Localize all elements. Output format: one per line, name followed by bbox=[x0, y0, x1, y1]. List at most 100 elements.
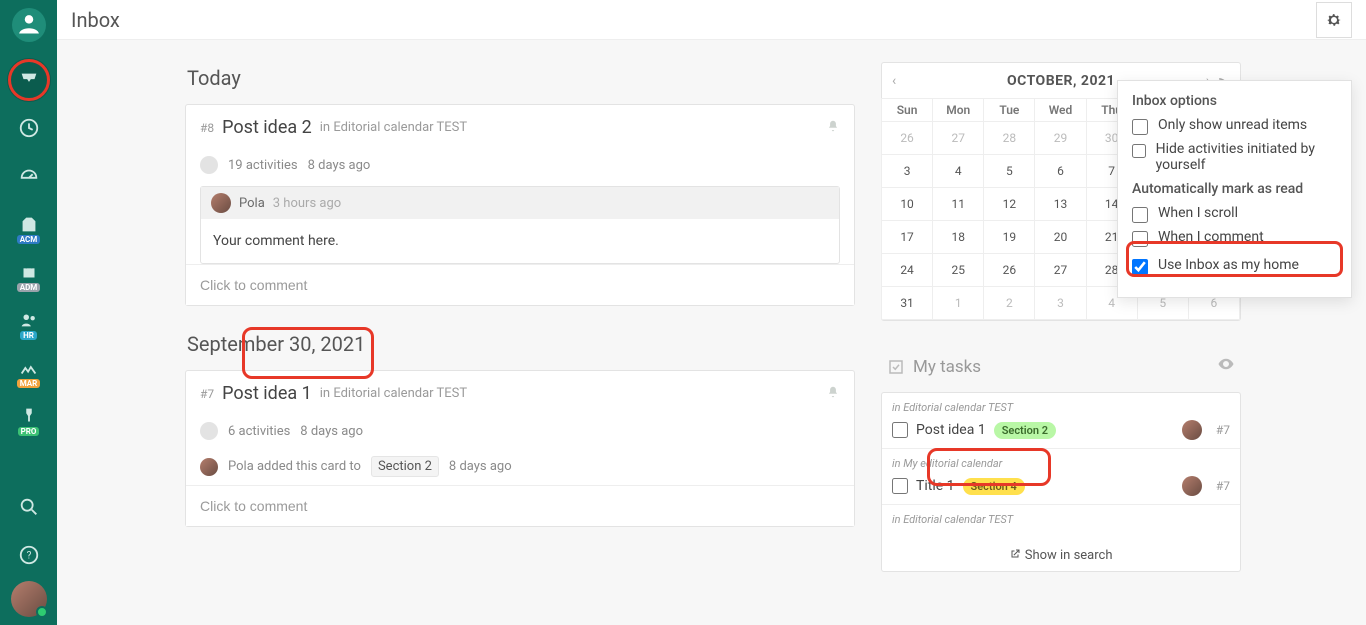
comment-block: Pola 3 hours ago Your comment here. bbox=[200, 186, 840, 264]
settings-button[interactable] bbox=[1316, 2, 1352, 38]
calendar-prev[interactable]: ‹ bbox=[892, 73, 896, 89]
option-checkbox[interactable] bbox=[1132, 259, 1148, 275]
section-chip[interactable]: Section 2 bbox=[371, 456, 439, 477]
avatar-icon bbox=[200, 458, 218, 476]
calendar-day[interactable]: 3 bbox=[881, 154, 933, 188]
activity-ago: 8 days ago bbox=[449, 459, 512, 474]
activity-ago: 8 days ago bbox=[308, 158, 371, 173]
calendar-day[interactable]: 27 bbox=[1034, 253, 1086, 287]
sidebar-item-help[interactable]: ? bbox=[7, 533, 51, 577]
my-tasks: My tasks in Editorial calendar TEST Post… bbox=[881, 351, 1241, 572]
show-in-search[interactable]: Show in search bbox=[882, 540, 1240, 571]
calendar-dow: Sun bbox=[881, 98, 933, 122]
presence-dot-icon bbox=[36, 606, 48, 618]
comment-author[interactable]: Pola bbox=[239, 196, 265, 211]
my-tasks-heading[interactable]: My tasks bbox=[881, 351, 1241, 382]
calendar-day[interactable]: 29 bbox=[1034, 121, 1086, 155]
calendar-day[interactable]: 24 bbox=[881, 253, 933, 287]
calendar-day[interactable]: 26 bbox=[881, 121, 933, 155]
sidebar-item-hr[interactable]: HR bbox=[7, 298, 51, 342]
calendar-day[interactable]: 25 bbox=[932, 253, 984, 287]
date-heading: September 30, 2021 bbox=[187, 332, 853, 356]
avatar-icon bbox=[1182, 420, 1202, 440]
eye-icon[interactable] bbox=[1217, 355, 1235, 378]
calendar-day[interactable]: 20 bbox=[1034, 220, 1086, 254]
calendar-day[interactable]: 12 bbox=[983, 187, 1035, 221]
calendar-day[interactable]: 5 bbox=[983, 154, 1035, 188]
bell-icon[interactable] bbox=[826, 384, 840, 403]
task-row[interactable]: Post idea 1 Section 2 #7 bbox=[892, 420, 1230, 440]
avatar-icon bbox=[211, 193, 231, 213]
calendar-day[interactable]: 1 bbox=[932, 286, 984, 320]
sidebar-badge: PRO bbox=[18, 427, 40, 436]
card-project[interactable]: in Editorial calendar TEST bbox=[320, 386, 467, 401]
external-link-icon bbox=[1009, 548, 1021, 560]
sidebar-item-adm[interactable]: ADM bbox=[7, 250, 51, 294]
sidebar-item-search[interactable] bbox=[7, 485, 51, 529]
task-checkbox[interactable] bbox=[892, 478, 908, 494]
activity-count[interactable]: 19 activities bbox=[228, 158, 298, 173]
calendar-dow: Mon bbox=[932, 98, 984, 122]
my-tasks-label: My tasks bbox=[913, 357, 981, 377]
task-title: Post idea 1 bbox=[916, 422, 986, 438]
comment-input[interactable] bbox=[186, 485, 854, 526]
options-heading: Inbox options bbox=[1132, 93, 1337, 109]
sidebar: ACM ADM HR MAR PRO ? bbox=[0, 0, 57, 625]
page-title: Inbox bbox=[71, 8, 120, 32]
main: Inbox Today #8 Post idea 2 in Editorial … bbox=[57, 0, 1366, 625]
card-project[interactable]: in Editorial calendar TEST bbox=[320, 120, 467, 135]
sidebar-badge: ACM bbox=[17, 235, 41, 244]
option-home[interactable]: Use Inbox as my home bbox=[1132, 257, 1337, 275]
task-index: #7 bbox=[1216, 423, 1230, 437]
comment-input[interactable] bbox=[186, 264, 854, 305]
user-avatar[interactable] bbox=[11, 581, 47, 617]
calendar-day[interactable]: 26 bbox=[983, 253, 1035, 287]
activity-count[interactable]: 6 activities bbox=[228, 424, 290, 439]
sidebar-badge: ADM bbox=[17, 283, 41, 292]
option-scroll[interactable]: When I scroll bbox=[1132, 205, 1337, 223]
option-checkbox[interactable] bbox=[1132, 207, 1148, 223]
option-checkbox[interactable] bbox=[1132, 231, 1148, 247]
section-chip: Section 2 bbox=[994, 422, 1056, 439]
gear-icon bbox=[1325, 11, 1343, 29]
calendar-day[interactable]: 19 bbox=[983, 220, 1035, 254]
calendar-day[interactable]: 6 bbox=[1034, 154, 1086, 188]
task-source: in Editorial calendar TEST bbox=[892, 401, 1230, 414]
calendar-day[interactable]: 17 bbox=[881, 220, 933, 254]
option-comment[interactable]: When I comment bbox=[1132, 229, 1337, 247]
sidebar-item-dashboard[interactable] bbox=[7, 154, 51, 198]
sidebar-item-recent[interactable] bbox=[7, 106, 51, 150]
comment-body: Your comment here. bbox=[201, 219, 839, 263]
task-checkbox[interactable] bbox=[892, 422, 908, 438]
activity-text: Pola added this card to bbox=[228, 459, 361, 474]
bell-icon[interactable] bbox=[826, 118, 840, 137]
date-heading: Today bbox=[187, 66, 853, 90]
avatar-icon bbox=[200, 422, 218, 440]
calendar-day[interactable]: 3 bbox=[1034, 286, 1086, 320]
section-chip: Section 4 bbox=[963, 478, 1025, 495]
sidebar-item-mar[interactable]: MAR bbox=[7, 346, 51, 390]
calendar-day[interactable]: 18 bbox=[932, 220, 984, 254]
brand-logo[interactable] bbox=[12, 8, 46, 42]
option-unread[interactable]: Only show unread items bbox=[1132, 117, 1337, 135]
calendar-day[interactable]: 13 bbox=[1034, 187, 1086, 221]
calendar-day[interactable]: 10 bbox=[881, 187, 933, 221]
sidebar-item-acm[interactable]: ACM bbox=[7, 202, 51, 246]
calendar-day[interactable]: 31 bbox=[881, 286, 933, 320]
card-title[interactable]: Post idea 2 bbox=[222, 117, 312, 138]
option-checkbox[interactable] bbox=[1132, 119, 1148, 135]
option-checkbox[interactable] bbox=[1132, 143, 1146, 159]
task-row[interactable]: Title 1 Section 4 #7 bbox=[892, 476, 1230, 496]
calendar-day[interactable]: 27 bbox=[932, 121, 984, 155]
calendar-day[interactable]: 11 bbox=[932, 187, 984, 221]
calendar-day[interactable]: 28 bbox=[983, 121, 1035, 155]
content: Today #8 Post idea 2 in Editorial calend… bbox=[57, 40, 1366, 625]
calendar-title[interactable]: OCTOBER, 2021 bbox=[1007, 73, 1115, 89]
card-title[interactable]: Post idea 1 bbox=[222, 383, 312, 404]
task-index: #7 bbox=[1216, 479, 1230, 493]
calendar-day[interactable]: 4 bbox=[932, 154, 984, 188]
calendar-day[interactable]: 2 bbox=[983, 286, 1035, 320]
option-hide-own[interactable]: Hide activities initiated by yourself bbox=[1132, 141, 1337, 173]
sidebar-item-inbox[interactable] bbox=[7, 58, 51, 102]
sidebar-item-pro[interactable]: PRO bbox=[7, 394, 51, 438]
